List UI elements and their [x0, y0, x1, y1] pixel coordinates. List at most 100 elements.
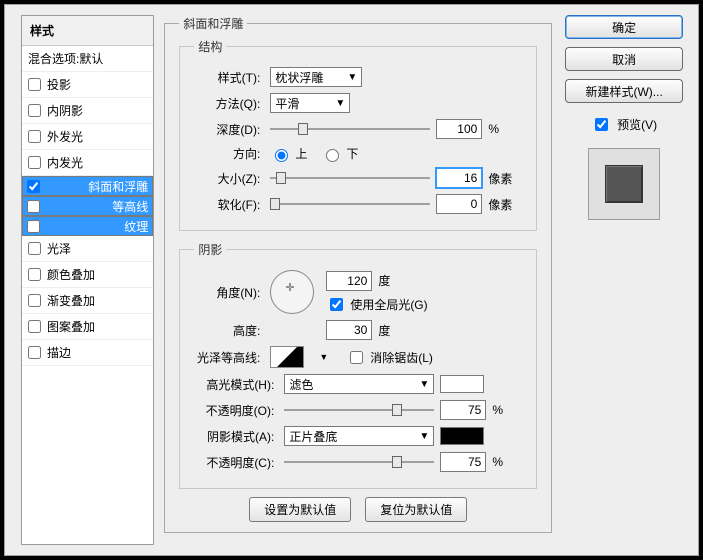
angle-input[interactable] [326, 271, 372, 291]
depth-input[interactable] [436, 119, 482, 139]
sidebar-item-11[interactable]: 描边 [22, 340, 153, 366]
sidebar-item-label: 斜面和浮雕 [88, 178, 148, 195]
sidebar-item-checkbox[interactable] [27, 220, 40, 233]
styles-sidebar: 样式 混合选项:默认 投影内阴影外发光内发光斜面和浮雕等高线纹理光泽颜色叠加渐变… [21, 15, 154, 545]
size-slider[interactable] [270, 170, 430, 186]
sidebar-item-checkbox[interactable] [27, 200, 40, 213]
highlight-mode-select[interactable]: 滤色▼ [284, 374, 434, 394]
direction-label: 方向: [194, 145, 264, 162]
depth-label: 深度(D): [194, 121, 264, 138]
sidebar-item-label: 内阴影 [47, 102, 83, 119]
sidebar-item-7[interactable]: 光泽 [22, 236, 153, 262]
highlight-mode-label: 高光模式(H): [194, 376, 278, 393]
altitude-input[interactable] [326, 320, 372, 340]
direction-down-radio[interactable]: 下 [321, 145, 358, 162]
sidebar-item-checkbox[interactable] [28, 294, 41, 307]
shadow-opacity-slider[interactable] [284, 454, 434, 470]
depth-unit: % [488, 122, 518, 136]
sidebar-item-6[interactable]: 纹理 [22, 216, 153, 236]
structure-legend: 结构 [194, 38, 226, 55]
chevron-down-icon: ▼ [419, 431, 429, 442]
sidebar-item-label: 纹理 [124, 218, 148, 235]
soften-slider[interactable] [270, 196, 430, 212]
sidebar-item-checkbox[interactable] [28, 104, 41, 117]
shadow-mode-label: 阴影模式(A): [194, 428, 278, 445]
sidebar-item-checkbox[interactable] [27, 180, 40, 193]
preview-thumbnail [588, 148, 660, 220]
soften-unit: 像素 [488, 196, 518, 213]
cancel-button[interactable]: 取消 [565, 47, 683, 71]
sidebar-item-checkbox[interactable] [28, 242, 41, 255]
ok-button[interactable]: 确定 [565, 15, 683, 39]
sidebar-item-3[interactable]: 内发光 [22, 150, 153, 176]
make-default-button[interactable]: 设置为默认值 [249, 497, 351, 522]
sidebar-blend-label: 混合选项:默认 [28, 50, 103, 67]
gloss-contour-label: 光泽等高线: [194, 349, 264, 366]
soften-label: 软化(F): [194, 196, 264, 213]
shadow-opacity-unit: % [492, 455, 522, 469]
shadow-color-swatch[interactable] [440, 427, 484, 445]
shadow-mode-select[interactable]: 正片叠底▼ [284, 426, 434, 446]
highlight-opacity-slider[interactable] [284, 402, 434, 418]
sidebar-item-checkbox[interactable] [28, 346, 41, 359]
sidebar-item-0[interactable]: 投影 [22, 72, 153, 98]
sidebar-item-label: 颜色叠加 [47, 266, 95, 283]
structure-group: 结构 样式(T): 枕状浮雕▼ 方法(Q): 平滑▼ 深度(D): [179, 38, 537, 231]
chevron-down-icon: ▼ [347, 72, 357, 83]
sidebar-item-1[interactable]: 内阴影 [22, 98, 153, 124]
chevron-down-icon: ▼ [335, 98, 345, 109]
highlight-opacity-label: 不透明度(O): [194, 402, 278, 419]
angle-dial[interactable]: ✛ [270, 270, 314, 314]
new-style-button[interactable]: 新建样式(W)... [565, 79, 683, 103]
sidebar-item-9[interactable]: 渐变叠加 [22, 288, 153, 314]
global-light-checkbox[interactable]: 使用全局光(G) [326, 295, 427, 314]
sidebar-item-label: 描边 [47, 344, 71, 361]
sidebar-item-label: 内发光 [47, 154, 83, 171]
sidebar-item-checkbox[interactable] [28, 78, 41, 91]
size-input[interactable] [436, 168, 482, 188]
preview-inner [605, 165, 643, 203]
technique-label: 方法(Q): [194, 95, 264, 112]
sidebar-item-label: 外发光 [47, 128, 83, 145]
sidebar-item-checkbox[interactable] [28, 130, 41, 143]
sidebar-item-label: 图案叠加 [47, 318, 95, 335]
sidebar-item-label: 光泽 [47, 240, 71, 257]
shadow-opacity-input[interactable] [440, 452, 486, 472]
chevron-down-icon: ▼ [319, 352, 328, 362]
shading-legend: 阴影 [194, 241, 226, 258]
sidebar-item-10[interactable]: 图案叠加 [22, 314, 153, 340]
chevron-down-icon: ▼ [419, 379, 429, 390]
reset-default-button[interactable]: 复位为默认值 [365, 497, 467, 522]
sidebar-title: 样式 [22, 16, 153, 46]
highlight-opacity-unit: % [492, 403, 522, 417]
direction-up-radio[interactable]: 上 [270, 145, 307, 162]
sidebar-item-8[interactable]: 颜色叠加 [22, 262, 153, 288]
sidebar-item-checkbox[interactable] [28, 268, 41, 281]
style-label: 样式(T): [194, 69, 264, 86]
sidebar-item-label: 投影 [47, 76, 71, 93]
angle-label: 角度(N): [194, 284, 264, 301]
preview-checkbox[interactable]: 预览(V) [591, 115, 657, 134]
style-select[interactable]: 枕状浮雕▼ [270, 67, 362, 87]
altitude-unit: 度 [378, 322, 390, 339]
antialias-checkbox[interactable]: 消除锯齿(L) [346, 348, 433, 367]
sidebar-item-2[interactable]: 外发光 [22, 124, 153, 150]
size-label: 大小(Z): [194, 170, 264, 187]
soften-input[interactable] [436, 194, 482, 214]
gloss-contour-picker[interactable] [270, 346, 304, 368]
depth-slider[interactable] [270, 121, 430, 137]
panel-title: 斜面和浮雕 [179, 15, 247, 32]
sidebar-item-checkbox[interactable] [28, 156, 41, 169]
size-unit: 像素 [488, 170, 518, 187]
technique-select[interactable]: 平滑▼ [270, 93, 350, 113]
highlight-opacity-input[interactable] [440, 400, 486, 420]
shading-group: 阴影 角度(N): ✛ 度 使用全局光(G) 高 [179, 241, 537, 489]
shadow-opacity-label: 不透明度(C): [194, 454, 278, 471]
bevel-emboss-panel: 斜面和浮雕 结构 样式(T): 枕状浮雕▼ 方法(Q): 平滑▼ 深度(D) [164, 15, 552, 533]
sidebar-item-5[interactable]: 等高线 [22, 196, 153, 216]
sidebar-blending-options[interactable]: 混合选项:默认 [22, 46, 153, 72]
sidebar-item-4[interactable]: 斜面和浮雕 [22, 176, 153, 196]
sidebar-item-checkbox[interactable] [28, 320, 41, 333]
altitude-label: 高度: [194, 322, 264, 339]
highlight-color-swatch[interactable] [440, 375, 484, 393]
